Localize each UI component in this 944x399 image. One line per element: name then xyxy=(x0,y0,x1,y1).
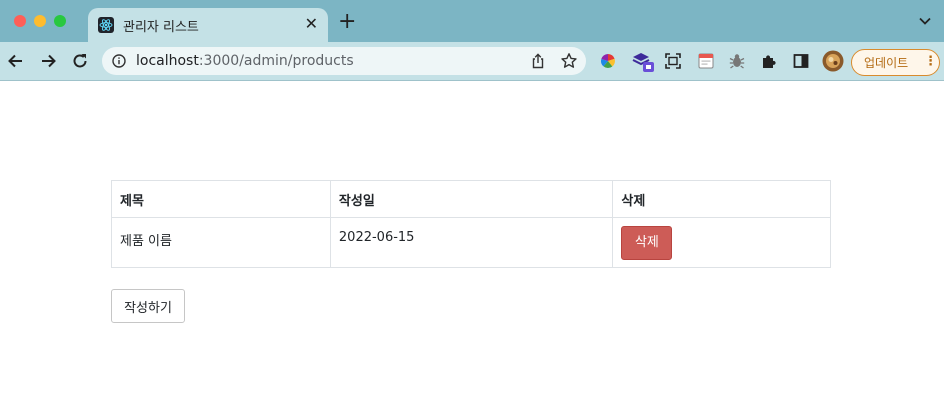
products-table: 제목 작성일 삭제 제품 이름 2022-06-15 삭제 xyxy=(111,180,831,268)
update-button-label: 업데이트 xyxy=(864,56,909,70)
share-icon[interactable] xyxy=(530,53,546,69)
react-icon xyxy=(98,17,114,33)
tab-close-button[interactable]: ✕ xyxy=(305,14,318,34)
product-date-cell: 2022-06-15 xyxy=(329,217,614,268)
table-header-row: 제목 작성일 삭제 xyxy=(111,180,831,218)
new-tab-button[interactable]: + xyxy=(338,11,356,33)
color-wheel-icon[interactable] xyxy=(599,52,617,70)
screenshot-icon[interactable] xyxy=(664,52,682,70)
browser-toolbar: localhost:3000/admin/products 업데이트 ⋮ xyxy=(0,42,944,81)
update-button[interactable]: 업데이트 ⋮ xyxy=(851,49,940,76)
page-content: 제목 작성일 삭제 제품 이름 2022-06-15 삭제 작성하기 xyxy=(0,81,944,399)
column-header-title: 제목 xyxy=(111,180,331,218)
window-maximize-button[interactable] xyxy=(54,15,66,27)
puzzle-icon[interactable] xyxy=(760,52,778,70)
browser-tabstrip: 관리자 리스트 ✕ + xyxy=(0,0,944,42)
window-minimize-button[interactable] xyxy=(34,15,46,27)
chevron-down-icon[interactable] xyxy=(918,14,932,28)
column-header-delete: 삭제 xyxy=(612,180,831,218)
reload-icon[interactable] xyxy=(70,51,90,71)
tab-title: 관리자 리스트 xyxy=(123,20,199,35)
browser-tab[interactable]: 관리자 리스트 ✕ xyxy=(88,8,328,42)
calendar-icon[interactable] xyxy=(697,52,715,70)
window-close-button[interactable] xyxy=(14,15,26,27)
bookmark-star-icon[interactable] xyxy=(560,52,578,70)
write-button[interactable]: 작성하기 xyxy=(111,289,185,323)
delete-button[interactable]: 삭제 xyxy=(621,226,673,260)
product-title-cell: 제품 이름 xyxy=(111,217,331,268)
delete-cell: 삭제 xyxy=(612,217,831,268)
avatar[interactable] xyxy=(822,50,844,72)
address-bar[interactable]: localhost:3000/admin/products xyxy=(102,47,586,75)
sidepanel-icon[interactable] xyxy=(792,52,810,70)
stack-icon[interactable] xyxy=(632,51,656,73)
back-arrow-icon[interactable] xyxy=(6,51,26,71)
bug-icon[interactable] xyxy=(728,52,746,70)
info-icon[interactable] xyxy=(112,54,126,68)
more-menu-icon[interactable]: ⋮ xyxy=(924,53,937,71)
url-text: localhost:3000/admin/products xyxy=(136,53,354,69)
table-row: 제품 이름 2022-06-15 삭제 xyxy=(111,217,831,268)
url-path: :3000/admin/products xyxy=(198,53,354,69)
url-host: localhost xyxy=(136,53,199,69)
column-header-date: 작성일 xyxy=(329,180,614,218)
forward-arrow-icon[interactable] xyxy=(38,51,58,71)
